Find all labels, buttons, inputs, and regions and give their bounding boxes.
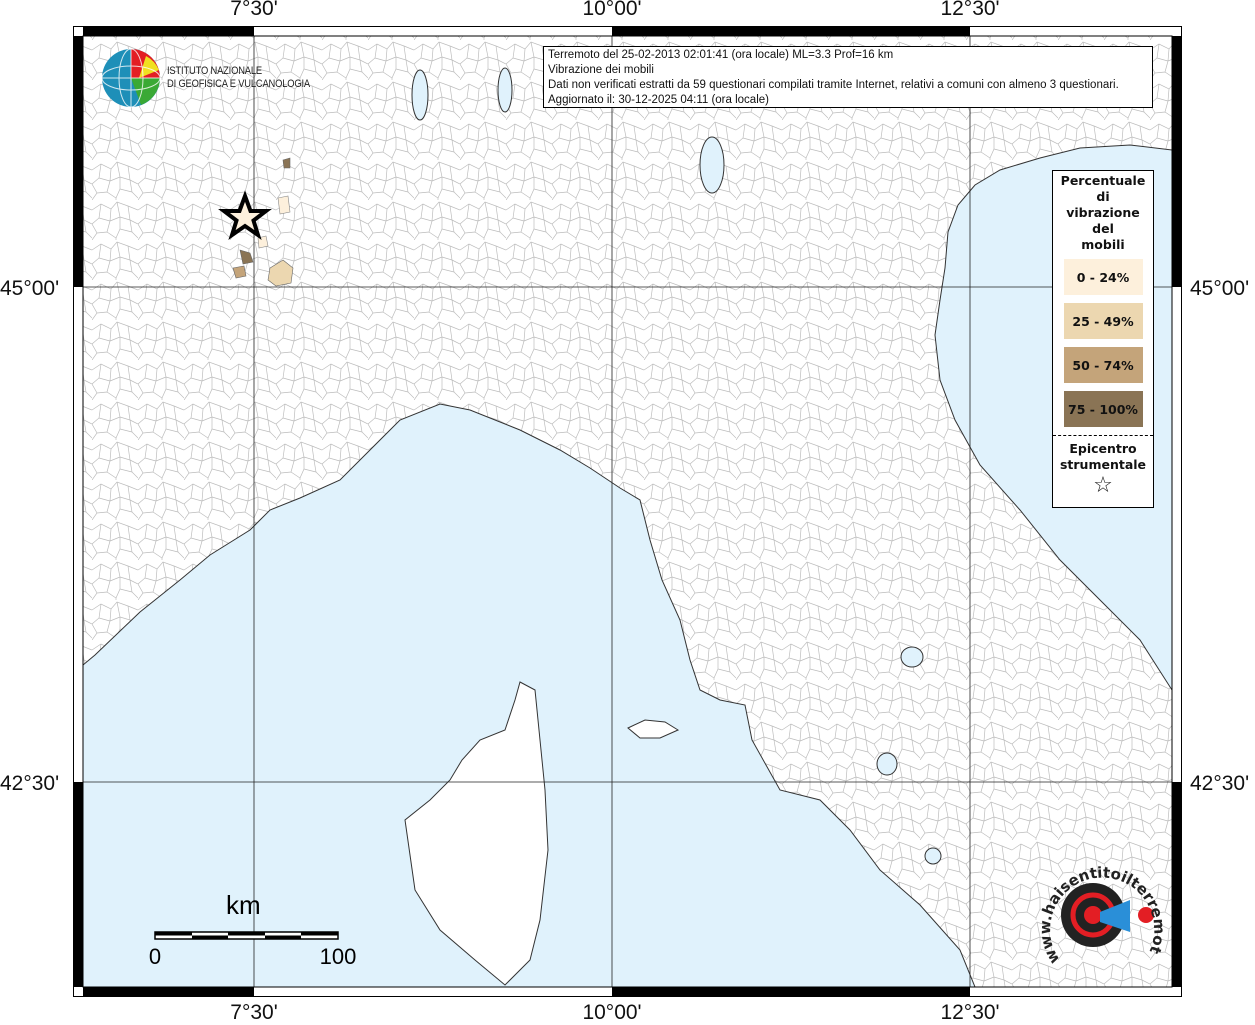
legend-class-label: 75 - 100% — [1068, 401, 1138, 417]
lon-tick-top-3: 12°30' — [940, 0, 1000, 20]
ingv-name-line2: DI GEOFISICA E VULCANOLOGIA — [167, 78, 310, 90]
felt-area-0-24 — [277, 195, 291, 215]
legend-class-label: 25 - 49% — [1072, 313, 1134, 329]
lake-bolsena — [876, 752, 898, 776]
scale-bar — [154, 931, 339, 940]
lake-maggiore — [411, 69, 429, 121]
scale-max: 100 — [319, 944, 357, 969]
lat-tick-left-2: 42°30' — [0, 772, 60, 795]
lake-garda — [699, 136, 725, 194]
lon-tick-bottom-2: 10°00' — [582, 1001, 642, 1024]
ingv-name-line1: ISTITUTO NAZIONALE — [167, 65, 262, 77]
lon-tick-bottom-3: 12°30' — [940, 1001, 1000, 1024]
lat-tick-right-2: 42°30' — [1190, 772, 1250, 795]
felt-area-75-100 — [282, 157, 291, 169]
scale-min: 0 — [148, 944, 162, 969]
legend-title: Percentuale di vibrazione del mobili — [1060, 173, 1146, 252]
scale-unit: km — [226, 890, 261, 920]
legend-class-label: 0 - 24% — [1076, 269, 1130, 285]
map-canvas: www.haisentitoilterremoto.it — [0, 0, 1182, 997]
lat-tick-right-1: 45°00' — [1190, 277, 1250, 300]
lake-bracciano — [924, 847, 942, 865]
legend-class-label: 50 - 74% — [1072, 357, 1134, 373]
lon-tick-bottom-1: 7°30' — [230, 1001, 278, 1024]
lon-tick-top-2: 10°00' — [582, 0, 642, 20]
map-subject: Vibrazione dei mobili — [548, 64, 654, 76]
legend-class-25-49: 25 - 49% — [1063, 303, 1143, 339]
legend-epicenter-label: Epicentro strumentale — [1053, 435, 1153, 473]
ingv-globe-icon — [101, 48, 161, 108]
ingv-logo: ISTITUTO NAZIONALE DI GEOFISICA E VULCAN… — [101, 48, 335, 108]
update-time: Aggiornato il: 30-12-2025 04:11 (ora loc… — [548, 94, 769, 106]
legend-class-75-100: 75 - 100% — [1063, 391, 1143, 427]
event-title: Terremoto del 25-02-2013 02:01:41 (ora l… — [548, 49, 894, 61]
legend-class-0-24: 0 - 24% — [1063, 259, 1143, 295]
event-info-box: Terremoto del 25-02-2013 02:01:41 (ora l… — [543, 46, 1153, 108]
star-outline-icon: ☆ — [1093, 473, 1113, 498]
lake-trasimeno — [900, 646, 924, 668]
lat-tick-left-1: 45°00' — [0, 277, 60, 300]
data-note: Dati non verificati estratti da 59 quest… — [548, 79, 1119, 91]
lake-como — [497, 67, 513, 113]
legend: Percentuale di vibrazione del mobili 0 -… — [1052, 170, 1154, 508]
legend-class-50-74: 50 - 74% — [1063, 347, 1143, 383]
lon-tick-top-1: 7°30' — [230, 0, 278, 20]
